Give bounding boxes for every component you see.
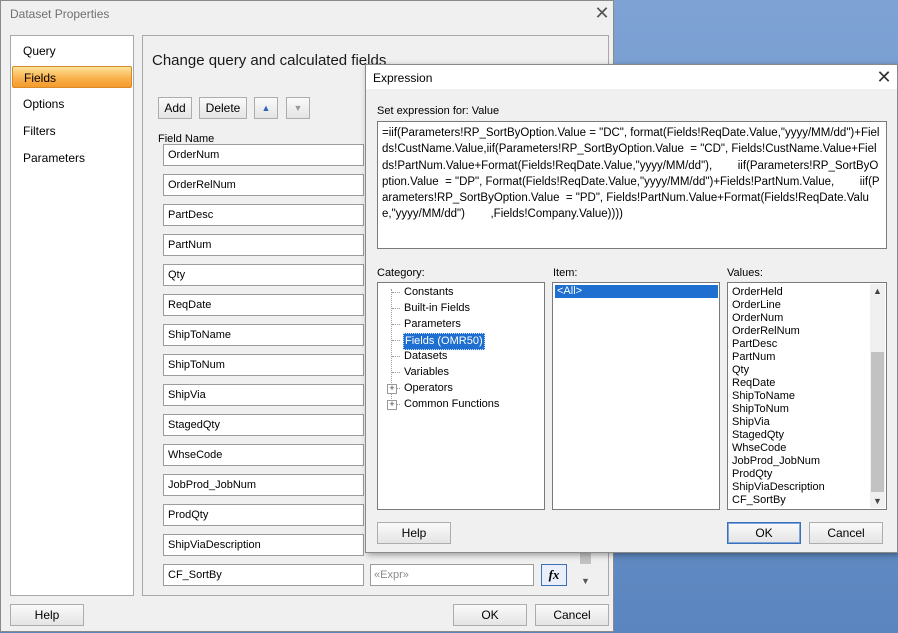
scroll-down-icon[interactable]: ▼ xyxy=(873,496,882,506)
scroll-down-icon[interactable]: ▼ xyxy=(581,576,590,586)
help-button[interactable]: Help xyxy=(10,604,84,626)
field-name-input[interactable]: PartDesc xyxy=(163,204,364,226)
close-icon[interactable]: ✕ xyxy=(874,66,894,88)
list-item[interactable]: Qty xyxy=(732,364,749,377)
tree-line xyxy=(392,356,400,357)
dialog-title: Dataset Properties xyxy=(10,7,110,21)
list-item[interactable]: JobProd_JobNum xyxy=(732,455,820,468)
panel-title: Change query and calculated fields xyxy=(152,52,387,69)
set-expression-label: Set expression for: Value xyxy=(377,105,500,117)
list-item[interactable]: PartNum xyxy=(732,351,775,364)
category-label: Category: xyxy=(377,267,425,279)
category-tree-item[interactable]: Operators xyxy=(403,381,454,396)
move-down-icon[interactable]: ▼ xyxy=(286,97,310,119)
list-item[interactable]: CF_SortBy xyxy=(732,494,786,507)
category-tree: Constants Built-in Fields Parameters Fields… xyxy=(377,282,545,510)
scrollbar-thumb[interactable] xyxy=(871,352,884,492)
field-name-input[interactable]: ShipToName xyxy=(163,324,364,346)
help-button[interactable]: Help xyxy=(377,522,451,544)
item-list: <All> xyxy=(552,282,720,510)
close-icon[interactable]: ✕ xyxy=(592,3,612,23)
category-tree-item[interactable]: Variables xyxy=(403,365,450,380)
field-source-expression-input[interactable]: «Expr» xyxy=(370,564,534,586)
values-list: OrderHeld OrderLine OrderNum OrderRelNum Par… xyxy=(727,282,887,510)
nav-item-query[interactable]: Query xyxy=(12,40,132,62)
field-name-input[interactable]: ShipVia xyxy=(163,384,364,406)
tree-line xyxy=(392,308,400,309)
list-item[interactable]: OrderHeld xyxy=(732,286,783,299)
field-name-input[interactable]: JobProd_JobNum xyxy=(163,474,364,496)
list-item[interactable]: OrderNum xyxy=(732,312,783,325)
expression-titlebar: Expression ✕ xyxy=(366,65,897,89)
field-name-input[interactable]: OrderRelNum xyxy=(163,174,364,196)
list-item[interactable]: ShipToNum xyxy=(732,403,789,416)
nav-item-parameters[interactable]: Parameters xyxy=(12,147,132,169)
item-label: Item: xyxy=(553,267,578,279)
tree-line xyxy=(392,292,400,293)
list-item[interactable]: ProdQty xyxy=(732,468,772,481)
field-name-input[interactable]: ShipToNum xyxy=(163,354,364,376)
list-item[interactable]: StagedQty xyxy=(732,429,784,442)
delete-button[interactable]: Delete xyxy=(199,97,247,119)
tree-line xyxy=(392,372,400,373)
nav-item-fields[interactable]: Fields xyxy=(12,66,132,88)
category-tree-item[interactable]: Datasets xyxy=(403,349,448,364)
tree-line xyxy=(392,340,400,341)
expand-icon[interactable]: + xyxy=(387,400,397,410)
expand-icon[interactable]: + xyxy=(387,384,397,394)
expression-dialog-title: Expression xyxy=(373,71,433,85)
field-name-input[interactable]: OrderNum xyxy=(163,144,364,166)
expression-editor[interactable]: =iif(Parameters!RP_SortByOption.Value = … xyxy=(377,121,887,249)
values-label: Values: xyxy=(727,267,763,279)
expression-dialog: Expression ✕ Set expression for: Value =… xyxy=(365,64,898,553)
list-item[interactable]: ShipToName xyxy=(732,390,795,403)
calc-field-name-input[interactable]: CF_SortBy xyxy=(163,564,364,586)
values-scrollbar[interactable]: ▲ ▼ xyxy=(870,284,885,508)
field-name-input[interactable]: StagedQty xyxy=(163,414,364,436)
list-item[interactable]: WhseCode xyxy=(732,442,786,455)
field-name-input[interactable]: PartNum xyxy=(163,234,364,256)
field-name-input[interactable]: ProdQty xyxy=(163,504,364,526)
field-name-input[interactable]: ReqDate xyxy=(163,294,364,316)
category-tree-item[interactable]: Constants xyxy=(403,285,455,300)
add-button[interactable]: Add xyxy=(158,97,192,119)
properties-nav: Query Fields Options Filters Parameters xyxy=(10,35,134,596)
ok-button[interactable]: OK xyxy=(727,522,801,544)
list-item[interactable]: ReqDate xyxy=(732,377,775,390)
nav-item-options[interactable]: Options xyxy=(12,93,132,115)
category-tree-item[interactable]: Parameters xyxy=(403,317,462,332)
nav-item-filters[interactable]: Filters xyxy=(12,120,132,142)
scroll-up-icon[interactable]: ▲ xyxy=(873,286,882,296)
expression-fx-button[interactable]: fx xyxy=(541,564,567,586)
move-up-icon[interactable]: ▲ xyxy=(254,97,278,119)
category-tree-item[interactable]: Fields (OMR50) xyxy=(403,333,485,350)
list-item[interactable]: PartDesc xyxy=(732,338,777,351)
list-item[interactable]: ShipVia xyxy=(732,416,770,429)
category-tree-item[interactable]: Common Functions xyxy=(403,397,500,412)
list-item[interactable]: OrderLine xyxy=(732,299,781,312)
list-item[interactable]: <All> xyxy=(555,285,718,298)
field-name-input[interactable]: Qty xyxy=(163,264,364,286)
field-name-input[interactable]: ShipViaDescription xyxy=(163,534,364,556)
list-item[interactable]: OrderRelNum xyxy=(732,325,800,338)
cancel-button[interactable]: Cancel xyxy=(535,604,609,626)
category-tree-item[interactable]: Built-in Fields xyxy=(403,301,471,316)
list-item[interactable]: ShipViaDescription xyxy=(732,481,825,494)
tree-line xyxy=(392,324,400,325)
field-name-input[interactable]: WhseCode xyxy=(163,444,364,466)
cancel-button[interactable]: Cancel xyxy=(809,522,883,544)
ok-button[interactable]: OK xyxy=(453,604,527,626)
